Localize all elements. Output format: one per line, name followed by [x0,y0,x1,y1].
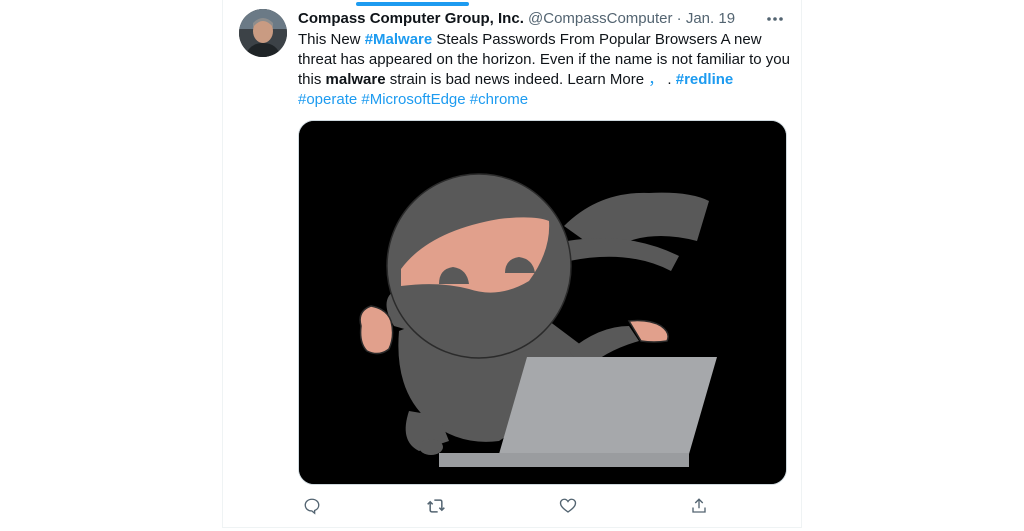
like-button[interactable] [554,492,582,520]
tweet-text: This New #Malware Steals Passwords From … [298,30,790,110]
more-horizontal-icon [767,17,783,21]
share-icon [692,498,706,513]
meta-separator: · [672,10,686,27]
text-segment: strain is bad news indeed. Learn More [385,71,649,88]
retweet-icon [427,499,445,513]
heart-icon [559,498,577,513]
tweet-header: Compass Computer Group, Inc. @CompassCom… [298,9,735,29]
reply-button[interactable] [298,492,326,520]
text-segment: . [663,71,676,88]
author-handle[interactable]: @CompassComputer [528,10,672,27]
active-tab-indicator [356,2,469,6]
share-button[interactable] [685,492,713,520]
ninja-hacker-illustration [299,121,786,484]
hashtag-malware[interactable]: #Malware [365,31,433,48]
hashtag-chrome[interactable]: #chrome [470,91,528,108]
hashtag-redline[interactable]: #redline [676,71,734,88]
avatar[interactable] [239,9,287,57]
tweet-actions [298,492,785,520]
hashtag-microsoftedge[interactable]: #MicrosoftEdge [361,91,465,108]
author-display-name[interactable]: Compass Computer Group, Inc. [298,10,524,27]
tweet-date[interactable]: Jan. 19 [686,10,735,27]
learn-more-link[interactable]: ， [648,71,663,88]
retweet-button[interactable] [422,492,450,520]
tweet-card[interactable]: Compass Computer Group, Inc. @CompassCom… [222,0,802,528]
text-segment: This New [298,31,365,48]
more-options-button[interactable] [765,9,785,29]
bold-keyword-malware: malware [325,71,386,88]
reply-icon [304,498,320,515]
hashtag-operate[interactable]: #operate [298,91,357,108]
avatar-image [239,9,287,57]
tweet-media[interactable] [298,120,787,485]
